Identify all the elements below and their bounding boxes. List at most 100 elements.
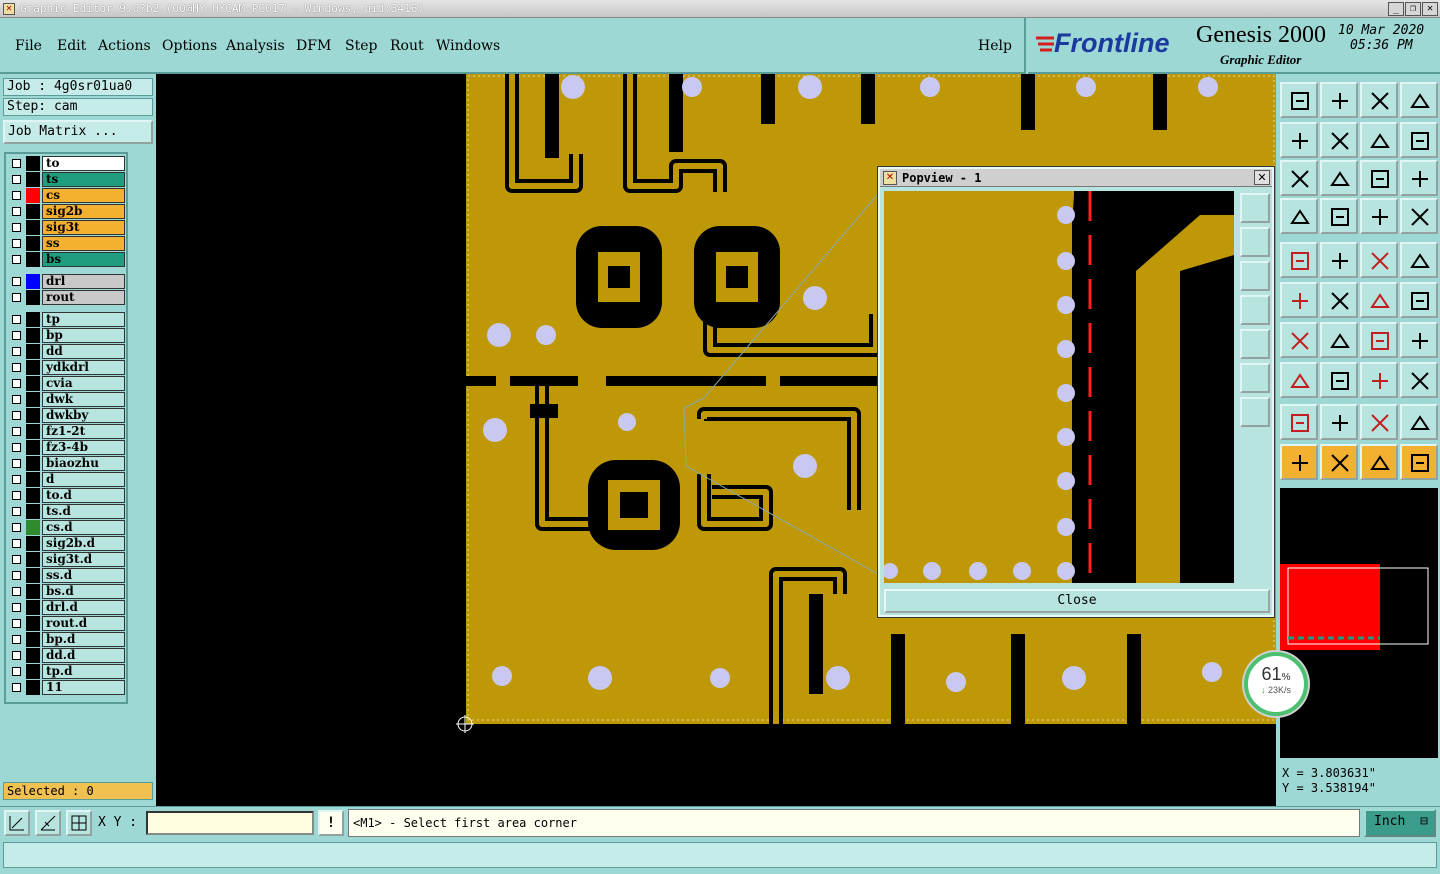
layer-name[interactable]: biaozhu (42, 456, 125, 471)
menu-help[interactable]: Help (978, 38, 1012, 54)
menu-file[interactable]: File (15, 38, 42, 54)
job-matrix-button[interactable]: Job Matrix ... (3, 120, 153, 144)
home-button[interactable] (1360, 82, 1398, 118)
layer-name[interactable]: tp.d (42, 664, 125, 679)
layer-row-dwk[interactable]: dwk (8, 392, 127, 407)
popview-pan-left-button[interactable] (1240, 295, 1270, 325)
layer-checkbox[interactable] (12, 363, 21, 372)
zoom-fit-button[interactable] (1280, 160, 1318, 196)
edit-surface-button[interactable] (1360, 404, 1398, 440)
layer-row-to[interactable]: to (8, 156, 127, 171)
layer-checkbox[interactable] (12, 507, 21, 516)
layer-name[interactable]: ydkdrl (42, 360, 125, 375)
layer-checkbox[interactable] (12, 427, 21, 436)
ruler-button[interactable] (1360, 242, 1398, 278)
layer-checkbox[interactable] (12, 667, 21, 676)
measure-button[interactable] (1280, 198, 1318, 234)
close-window-button[interactable]: ✕ (1422, 2, 1438, 16)
layer-row-ss[interactable]: ss (8, 236, 127, 251)
layer-checkbox[interactable] (12, 277, 21, 286)
layer-name[interactable]: to.d (42, 488, 125, 503)
layer-row-sig2b[interactable]: sig2b (8, 204, 127, 219)
center-button[interactable] (1320, 160, 1358, 196)
layer-row-fz1-2t[interactable]: fz1-2t (8, 424, 127, 439)
layer-checkbox[interactable] (12, 651, 21, 660)
layer-name[interactable]: drl.d (42, 600, 125, 615)
layer-checkbox[interactable] (12, 395, 21, 404)
layer-name[interactable]: fz3-4b (42, 440, 125, 455)
layer-name[interactable]: bp.d (42, 632, 125, 647)
layer-name[interactable]: ts.d (42, 504, 125, 519)
layer-checkbox[interactable] (12, 315, 21, 324)
layer-name[interactable]: bs.d (42, 584, 125, 599)
layer-name[interactable]: to (42, 156, 125, 171)
minimap[interactable] (1280, 488, 1438, 758)
arc-button[interactable] (1400, 404, 1438, 440)
layer-row-cvia[interactable]: cvia (8, 376, 127, 391)
snap-center-button[interactable] (1320, 282, 1358, 318)
cut-line-button[interactable] (1320, 362, 1358, 398)
layer-checkbox[interactable] (12, 159, 21, 168)
layer-name[interactable]: fz1-2t (42, 424, 125, 439)
circle-button[interactable] (1400, 242, 1438, 278)
layer-name[interactable]: rout (42, 290, 125, 305)
layer-name[interactable]: sig3t.d (42, 552, 125, 567)
layer-row-sig3t[interactable]: sig3t (8, 220, 127, 235)
layer-row-sig2b-d[interactable]: sig2b.d (8, 536, 127, 551)
layer-checkbox[interactable] (12, 555, 21, 564)
layer-checkbox[interactable] (12, 491, 21, 500)
undo-view-button[interactable] (1360, 122, 1398, 158)
layer-name[interactable]: ts (42, 172, 125, 187)
help-button[interactable] (1400, 160, 1438, 196)
layer-name[interactable]: dd.d (42, 648, 125, 663)
popview-zoom-in-button[interactable] (1240, 363, 1270, 393)
copy-button[interactable] (1280, 362, 1318, 398)
layer-name[interactable]: tp (42, 312, 125, 327)
layer-name[interactable]: sig2b (42, 204, 125, 219)
layer-name[interactable]: cs (42, 188, 125, 203)
layer-row-tp-d[interactable]: tp.d (8, 664, 127, 679)
layer-checkbox[interactable] (12, 443, 21, 452)
layer-name[interactable]: bs (42, 252, 125, 267)
layer-row-rout-d[interactable]: rout.d (8, 616, 127, 631)
layer-row-d[interactable]: d (8, 472, 127, 487)
menu-options[interactable]: Options (162, 38, 217, 54)
popview-close-button[interactable]: Close (884, 589, 1270, 613)
layer-checkbox[interactable] (12, 619, 21, 628)
layer-colors-button[interactable] (1360, 198, 1398, 234)
pan-left-button[interactable] (1280, 122, 1318, 158)
scale-1-2-button[interactable] (1360, 160, 1398, 196)
layer-checkbox[interactable] (12, 255, 21, 264)
layer-checkbox[interactable] (12, 293, 21, 302)
select-arrow-alt-button[interactable] (1320, 444, 1358, 480)
layer-row-ts-d[interactable]: ts.d (8, 504, 127, 519)
connect-button[interactable] (1280, 282, 1318, 318)
popview-pan-right-button[interactable] (1240, 329, 1270, 359)
grid-mode-button[interactable] (66, 810, 92, 836)
popview-canvas[interactable] (884, 191, 1234, 583)
layer-name[interactable]: bp (42, 328, 125, 343)
layer-row-cs-d[interactable]: cs.d (8, 520, 127, 535)
layer-row-ts[interactable]: ts (8, 172, 127, 187)
save-button[interactable] (1320, 82, 1358, 118)
layer-checkbox[interactable] (12, 603, 21, 612)
layer-checkbox[interactable] (12, 571, 21, 580)
add-point-button[interactable] (1360, 282, 1398, 318)
layer-checkbox[interactable] (12, 175, 21, 184)
popview-pan-up-button[interactable] (1240, 227, 1270, 257)
layer-row-bp-d[interactable]: bp.d (8, 632, 127, 647)
layer-checkbox[interactable] (12, 379, 21, 388)
layer-name[interactable]: dwk (42, 392, 125, 407)
menu-windows[interactable]: Windows (436, 38, 500, 54)
layer-name[interactable]: drl (42, 274, 125, 289)
layer-name[interactable]: ss.d (42, 568, 125, 583)
xy-input[interactable] (146, 811, 314, 835)
layer-name[interactable]: 11 (42, 680, 125, 695)
layer-row-bp[interactable]: bp (8, 328, 127, 343)
fill-button[interactable] (1400, 322, 1438, 358)
shapes-button[interactable] (1400, 362, 1438, 398)
slope-button[interactable] (1320, 322, 1358, 358)
pan-right-button[interactable] (1320, 122, 1358, 158)
layer-checkbox[interactable] (12, 239, 21, 248)
layer-row-bs-d[interactable]: bs.d (8, 584, 127, 599)
